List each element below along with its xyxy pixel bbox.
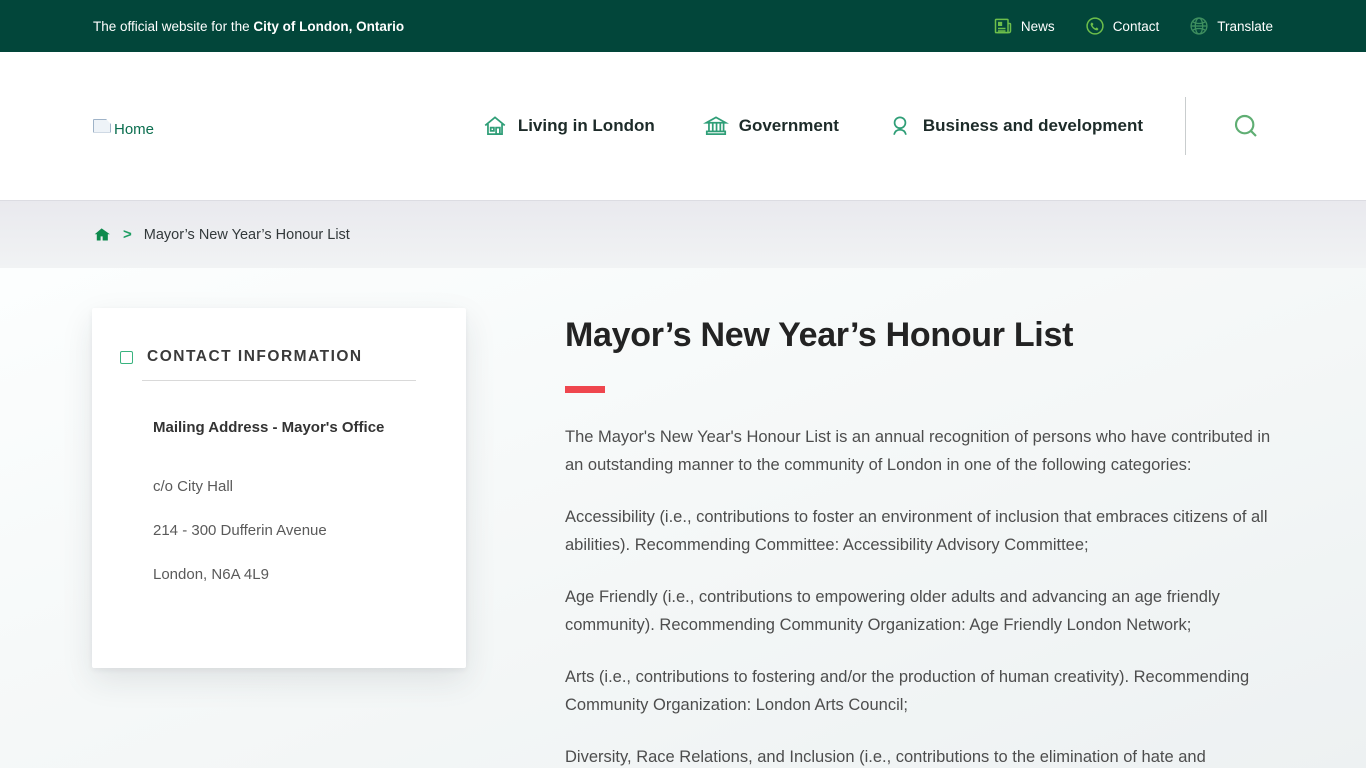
globe-icon xyxy=(1189,16,1209,36)
title-accent-bar xyxy=(565,386,605,393)
home-logo-broken-image[interactable]: Home xyxy=(93,119,154,134)
house-icon xyxy=(482,113,508,139)
main-navigation: Living in London Government xyxy=(482,113,1143,139)
contact-card-body: Mailing Address - Mayor's Office c/o Cit… xyxy=(92,381,466,586)
header-divider xyxy=(1185,97,1186,155)
breadcrumb-home-link[interactable] xyxy=(93,226,111,244)
magnifier-icon xyxy=(1230,110,1262,142)
translate-link[interactable]: Translate xyxy=(1189,16,1273,36)
news-link[interactable]: News xyxy=(993,16,1055,36)
newspaper-icon xyxy=(993,16,1013,36)
address-line: 214 - 300 Dufferin Avenue xyxy=(153,520,436,542)
contact-information-card: CONTACT INFORMATION Mailing Address - Ma… xyxy=(92,308,466,668)
site-header: Home Living in London xyxy=(0,52,1366,200)
article-paragraph: Age Friendly (i.e., contributions to emp… xyxy=(565,583,1277,639)
breadcrumb-chevron: > xyxy=(123,226,132,243)
search-button[interactable] xyxy=(1226,106,1266,146)
person-icon xyxy=(887,113,913,139)
page-title: Mayor’s New Year’s Honour List xyxy=(565,314,1277,356)
phone-icon xyxy=(1085,16,1105,36)
site-tagline: The official website for the City of Lon… xyxy=(93,19,404,34)
top-utility-bar: The official website for the City of Lon… xyxy=(0,0,1366,52)
article-paragraph: Diversity, Race Relations, and Inclusion… xyxy=(565,743,1277,768)
home-icon xyxy=(93,226,111,244)
breadcrumb-current-page: Mayor’s New Year’s Honour List xyxy=(144,227,350,243)
mailing-address-title: Mailing Address - Mayor's Office xyxy=(153,419,436,436)
page-content: CONTACT INFORMATION Mailing Address - Ma… xyxy=(0,268,1366,768)
article-paragraph: The Mayor's New Year's Honour List is an… xyxy=(565,423,1277,479)
breadcrumb: > Mayor’s New Year’s Honour List xyxy=(0,200,1366,268)
topbar-links: News Contact Translate xyxy=(993,16,1273,36)
address-line: London, N6A 4L9 xyxy=(153,564,436,586)
contact-link[interactable]: Contact xyxy=(1085,16,1160,36)
nav-government[interactable]: Government xyxy=(703,113,839,139)
contact-card-header: CONTACT INFORMATION xyxy=(92,334,466,366)
broken-image-icon xyxy=(93,119,111,133)
square-bullet-icon xyxy=(120,351,133,364)
article: Mayor’s New Year’s Honour List The Mayor… xyxy=(565,308,1277,768)
contact-card-title: CONTACT INFORMATION xyxy=(147,348,363,366)
article-paragraph: Arts (i.e., contributions to fostering a… xyxy=(565,663,1277,719)
article-paragraph: Accessibility (i.e., contributions to fo… xyxy=(565,503,1277,559)
address-line: c/o City Hall xyxy=(153,476,436,498)
nav-living-in-london[interactable]: Living in London xyxy=(482,113,655,139)
nav-business-and-development[interactable]: Business and development xyxy=(887,113,1143,139)
government-building-icon xyxy=(703,113,729,139)
logo-alt-text: Home xyxy=(114,119,154,134)
